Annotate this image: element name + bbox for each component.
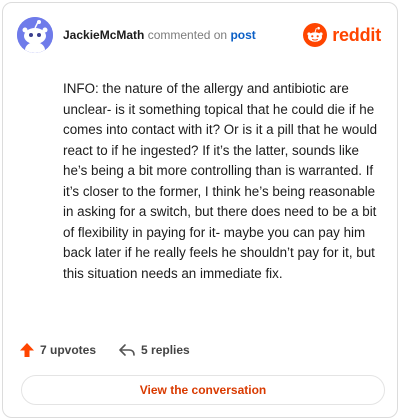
reddit-wordmark: reddit [332,24,381,45]
upvote-arrow-icon [20,343,34,357]
byline-verb: commented on [147,28,228,42]
username-link[interactable]: JackieMcMath [63,28,144,42]
view-conversation-button[interactable]: View the conversation [21,375,385,405]
comment-actions: 7 upvotes 5 replies [19,339,190,361]
upvote-count: 7 upvotes [40,343,97,357]
reddit-brand[interactable]: reddit [303,23,381,47]
comment-body: INFO: the nature of the allergy and anti… [63,81,378,281]
reply-count: 5 replies [141,343,190,357]
upvote-button[interactable]: 7 upvotes [19,342,96,358]
embed-card: JackieMcMath commented on post reddit IN… [2,2,398,418]
reply-arrow-icon [119,344,135,356]
user-avatar-icon[interactable] [17,17,53,53]
reddit-logo-icon [303,23,328,47]
reply-button[interactable]: 5 replies [118,342,190,358]
byline: JackieMcMath commented on post [63,28,256,42]
post-link[interactable]: post [230,28,255,42]
comment-header: JackieMcMath commented on post reddit [17,17,383,53]
